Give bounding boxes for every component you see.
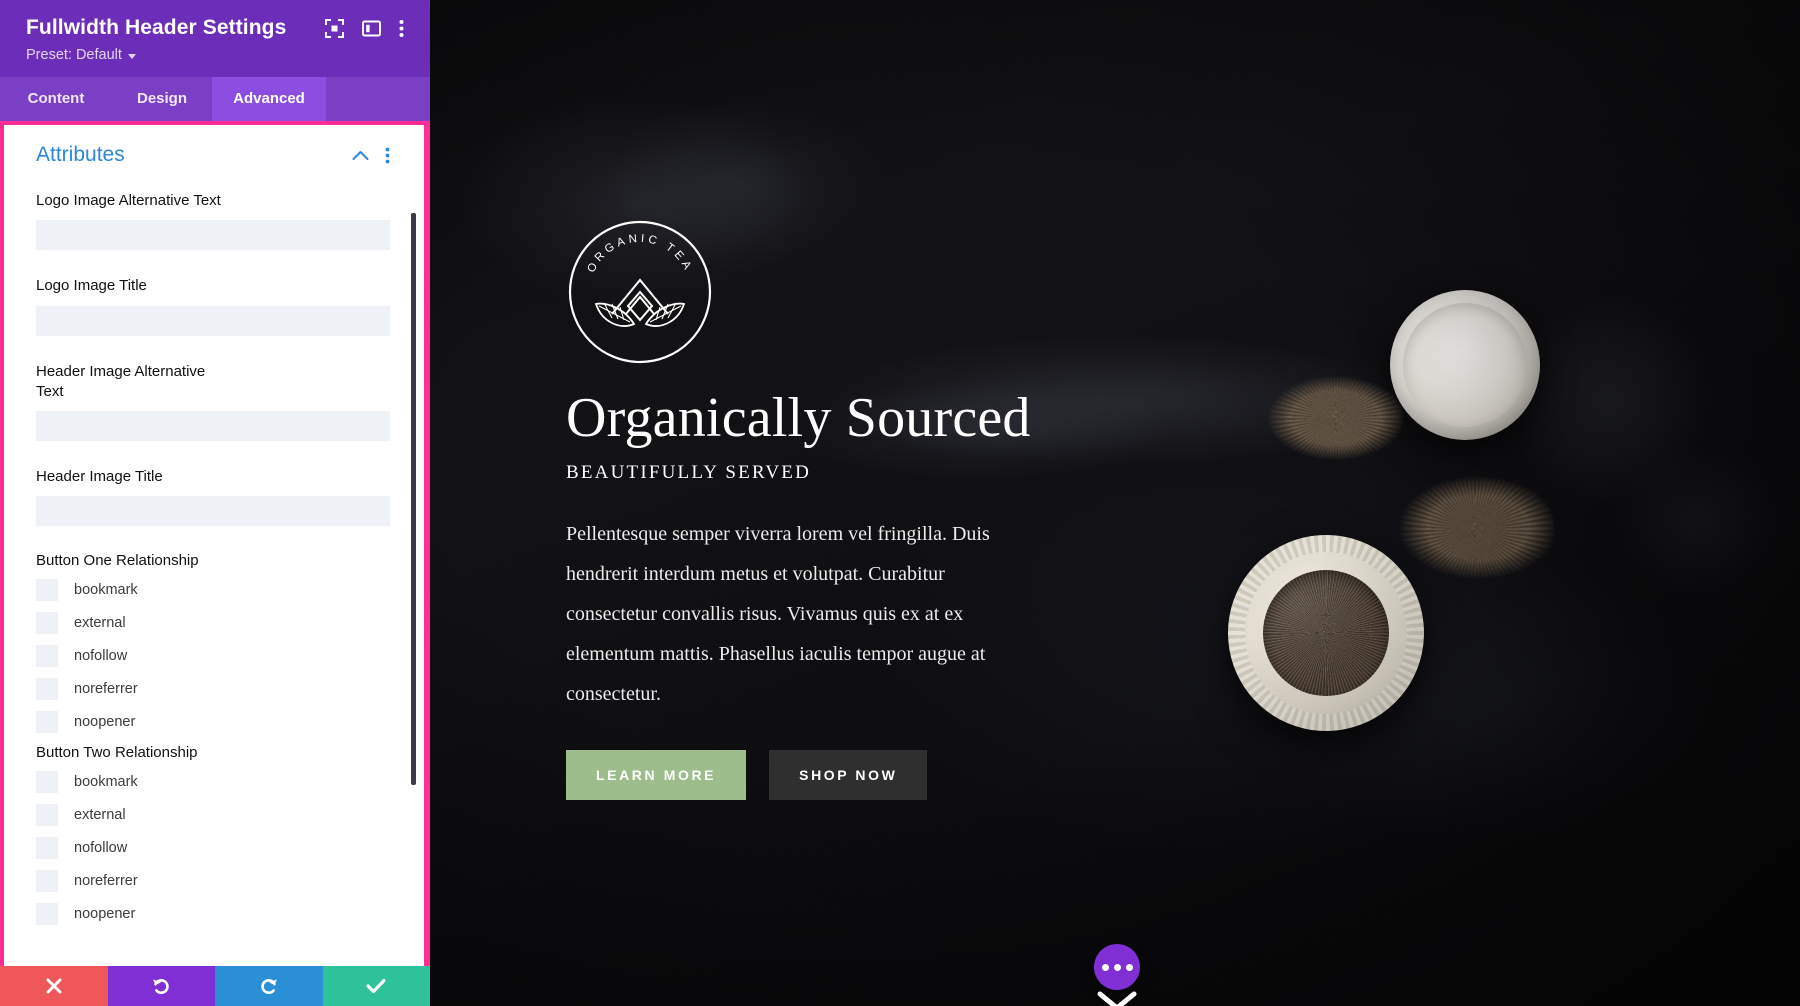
- checkbox-row[interactable]: external: [36, 804, 390, 827]
- group-button-one-relationship: Button One Relationship bookmark externa…: [36, 552, 390, 734]
- checkbox-label: nofollow: [74, 840, 128, 857]
- check-icon: [366, 978, 386, 994]
- panel-title: Fullwidth Header Settings: [26, 16, 287, 39]
- close-icon: [46, 978, 62, 994]
- logo-image-title-input[interactable]: [36, 305, 390, 336]
- preset-selector[interactable]: Preset: Default: [26, 47, 410, 63]
- checkbox-label: noopener: [74, 906, 136, 923]
- field-logo-image-title: Logo Image Title: [36, 276, 390, 336]
- shop-now-button[interactable]: SHOP NOW: [769, 749, 928, 800]
- undo-icon: [153, 979, 169, 995]
- checkbox-row[interactable]: bookmark: [36, 771, 390, 794]
- tab-advanced[interactable]: Advanced: [212, 77, 326, 121]
- checkbox-row[interactable]: noopener: [36, 711, 390, 734]
- preset-label: Preset: Default: [26, 47, 122, 63]
- checkbox-external[interactable]: [36, 612, 58, 635]
- checkbox-row[interactable]: noreferrer: [36, 678, 390, 701]
- panel-header: Fullwidth Header Settings Preset: Defaul…: [0, 0, 430, 77]
- focus-target-icon[interactable]: [325, 18, 344, 38]
- more-horizontal-icon-dot: [1113, 963, 1121, 971]
- checkbox-label: noreferrer: [74, 873, 138, 890]
- cancel-button[interactable]: [0, 966, 108, 1006]
- layout-panel-icon[interactable]: [362, 19, 381, 38]
- checkbox-nofollow[interactable]: [36, 645, 58, 668]
- svg-text:ORGANIC TEA: ORGANIC TEA: [585, 233, 694, 275]
- header-image-title-input[interactable]: [36, 496, 390, 527]
- group-button-two-relationship: Button Two Relationship bookmark externa…: [36, 744, 390, 926]
- undo-button[interactable]: [107, 966, 215, 1006]
- hero-body-text: Pellentesque semper viverra lorem vel fr…: [566, 522, 990, 705]
- group-label: Button One Relationship: [36, 552, 199, 570]
- builder-screen: ORGANIC TEA Organically Sourced BEAUTIFU…: [0, 0, 1800, 1006]
- tab-design[interactable]: Design: [112, 77, 212, 121]
- header-image-alt-text-input[interactable]: [36, 411, 390, 441]
- field-logo-image-alt-text: Logo Image Alternative Text: [36, 191, 390, 251]
- section-title: Attributes: [36, 143, 125, 166]
- checkbox-row[interactable]: bookmark: [36, 579, 390, 602]
- field-label: Header Image Alternative Text: [36, 362, 206, 400]
- checkbox-nofollow[interactable]: [36, 837, 58, 860]
- checkbox-label: noopener: [74, 714, 136, 731]
- field-label: Logo Image Title: [36, 277, 147, 295]
- field-label: Logo Image Alternative Text: [36, 192, 221, 209]
- checkbox-noopener[interactable]: [36, 903, 58, 926]
- checkbox-label: noreferrer: [74, 681, 138, 698]
- more-vertical-icon[interactable]: [399, 19, 404, 38]
- checkbox-label: external: [74, 615, 126, 632]
- panel-header-icons: [325, 18, 410, 38]
- field-label: Header Image Title: [36, 468, 163, 485]
- more-vertical-icon[interactable]: [385, 147, 390, 164]
- panel-body-outline: Attributes Logo Image Alternative Text L…: [0, 121, 430, 966]
- more-horizontal-icon-dot: [1125, 963, 1133, 971]
- redo-icon: [261, 979, 277, 995]
- panel-footer-actions: [0, 966, 430, 1006]
- checkbox-label: external: [74, 807, 126, 824]
- checkbox-row[interactable]: noopener: [36, 903, 390, 926]
- checkbox-noreferrer[interactable]: [36, 870, 58, 893]
- checkbox-noreferrer[interactable]: [36, 678, 58, 701]
- chevron-up-icon[interactable]: [352, 150, 369, 161]
- scroll-down-chevron-icon[interactable]: [1092, 988, 1142, 1006]
- fullwidth-header-module[interactable]: ORGANIC TEA Organically Sourced BEAUTIFU…: [566, 218, 1226, 800]
- logo-arc-text: ORGANIC TEA: [585, 233, 691, 275]
- checkbox-label: nofollow: [74, 648, 128, 665]
- panel-tabs: Content Design Advanced: [0, 77, 430, 121]
- more-horizontal-icon-dot: [1101, 963, 1109, 971]
- logo-image-alt-text-input[interactable]: [36, 220, 390, 251]
- checkbox-external[interactable]: [36, 804, 58, 827]
- field-header-image-alt-text: Header Image Alternative Text: [36, 362, 390, 441]
- checkbox-bookmark[interactable]: [36, 771, 58, 794]
- learn-more-button[interactable]: LEARN MORE: [566, 749, 747, 800]
- module-settings-panel: Fullwidth Header Settings Preset: Defaul…: [0, 0, 430, 1006]
- field-header-image-title: Header Image Title: [36, 467, 390, 527]
- redo-button[interactable]: [215, 966, 323, 1006]
- page-settings-fab[interactable]: [1094, 944, 1140, 990]
- save-button[interactable]: [322, 966, 430, 1006]
- tab-content[interactable]: Content: [0, 77, 112, 121]
- checkbox-row[interactable]: nofollow: [36, 837, 390, 860]
- chevron-down-icon: [127, 53, 136, 59]
- group-label: Button Two Relationship: [36, 744, 198, 762]
- hero-subtitle: BEAUTIFULLY SERVED: [566, 461, 811, 483]
- checkbox-row[interactable]: noreferrer: [36, 870, 390, 893]
- panel-scrollbar[interactable]: [411, 213, 416, 785]
- attributes-section-header: Attributes: [36, 143, 390, 167]
- checkbox-label: bookmark: [74, 582, 138, 599]
- checkbox-row[interactable]: external: [36, 612, 390, 635]
- checkbox-row[interactable]: nofollow: [36, 645, 390, 668]
- checkbox-bookmark[interactable]: [36, 579, 58, 602]
- hero-button-group: LEARN MORE SHOP NOW: [566, 749, 1226, 800]
- checkbox-noopener[interactable]: [36, 711, 58, 734]
- checkbox-label: bookmark: [74, 774, 138, 791]
- panel-scroll-area[interactable]: Attributes Logo Image Alternative Text L…: [4, 125, 424, 966]
- organic-tea-logo: ORGANIC TEA: [568, 220, 712, 364]
- hero-title: Organically Sourced: [566, 387, 1031, 449]
